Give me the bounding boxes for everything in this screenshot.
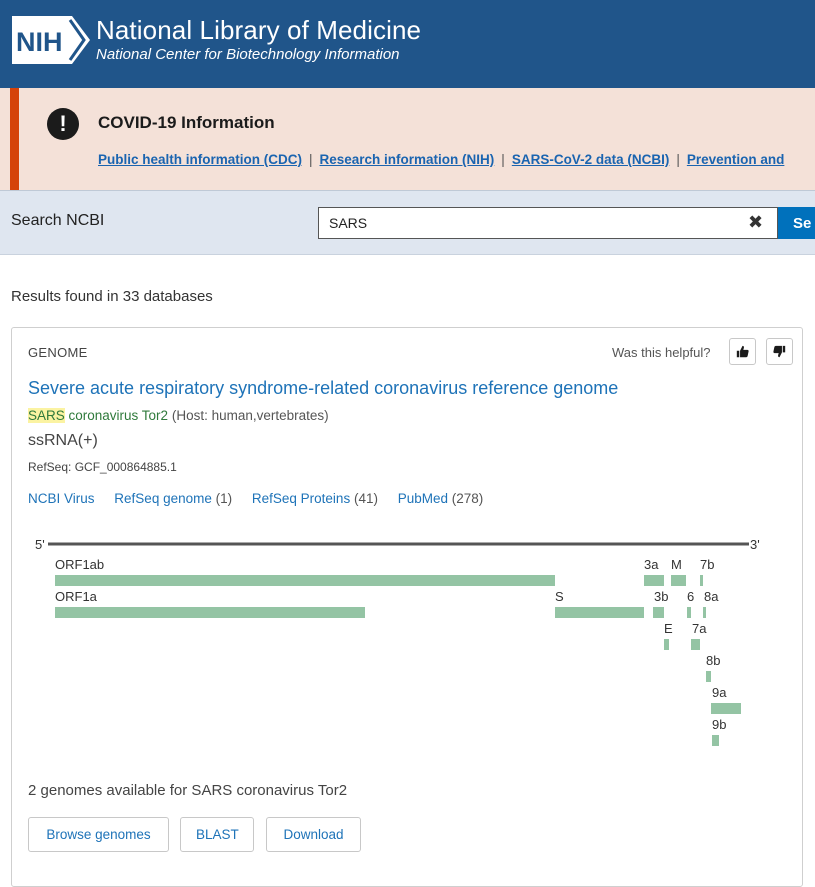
gene-7a[interactable] bbox=[691, 639, 700, 650]
gene-label-8b: 8b bbox=[706, 653, 720, 668]
gene-9a[interactable] bbox=[711, 703, 741, 714]
gene-6[interactable] bbox=[687, 607, 691, 618]
covid-banner: ! COVID-19 Information Public health inf… bbox=[0, 88, 815, 190]
gene-label-6: 6 bbox=[687, 589, 694, 604]
gene-8a[interactable] bbox=[703, 607, 706, 618]
gene-orf1ab[interactable] bbox=[55, 575, 555, 586]
gene-s[interactable] bbox=[555, 607, 644, 618]
covid-accent-bar bbox=[10, 88, 19, 190]
gene-3a[interactable] bbox=[644, 575, 664, 586]
gene-label-3b: 3b bbox=[654, 589, 668, 604]
covid-link-nih[interactable]: Research information (NIH) bbox=[320, 152, 495, 167]
gene-label-e: E bbox=[664, 621, 673, 636]
gene-7b[interactable] bbox=[700, 575, 703, 586]
gene-e[interactable] bbox=[664, 639, 669, 650]
genomes-available: 2 genomes available for SARS coronavirus… bbox=[28, 782, 348, 799]
five-prime-label: 5' bbox=[35, 537, 45, 552]
covid-links: Public health information (CDC) | Research… bbox=[98, 152, 784, 167]
nih-logo-text: NIH bbox=[16, 27, 63, 57]
genome-result-card: GENOME Was this helpful? Severe acute re… bbox=[11, 327, 803, 887]
gene-label-7a: 7a bbox=[692, 621, 707, 636]
gene-label-s: S bbox=[555, 589, 564, 604]
search-input[interactable] bbox=[318, 207, 778, 239]
site-title[interactable]: National Library of Medicine bbox=[96, 15, 421, 46]
results-count: Results found in 33 databases bbox=[11, 288, 213, 305]
close-icon[interactable]: ✖ bbox=[748, 212, 763, 233]
gene-label-9b: 9b bbox=[712, 717, 726, 732]
covid-title: COVID-19 Information bbox=[98, 113, 275, 132]
search-label: Search NCBI bbox=[11, 212, 105, 229]
gene-m[interactable] bbox=[671, 575, 686, 586]
link-separator: | bbox=[309, 152, 313, 167]
nih-header: NIH National Library of Medicine Nationa… bbox=[0, 0, 815, 88]
covid-link-cdc[interactable]: Public health information (CDC) bbox=[98, 152, 302, 167]
site-subtitle: National Center for Biotechnology Inform… bbox=[96, 46, 400, 63]
three-prime-label: 3' bbox=[750, 537, 760, 552]
gene-label-orf1ab: ORF1ab bbox=[55, 557, 104, 572]
exclamation-icon: ! bbox=[47, 108, 79, 140]
gene-label-9a: 9a bbox=[712, 685, 727, 700]
search-bar: Search NCBI ✖ Se bbox=[0, 190, 815, 255]
nih-logo[interactable]: NIH bbox=[10, 16, 90, 64]
gene-3b[interactable] bbox=[653, 607, 664, 618]
gene-8b[interactable] bbox=[706, 671, 711, 682]
gene-9b[interactable] bbox=[712, 735, 719, 746]
gene-label-m: M bbox=[671, 557, 682, 572]
link-separator: | bbox=[501, 152, 505, 167]
gene-label-8a: 8a bbox=[704, 589, 719, 604]
blast-button[interactable]: BLAST bbox=[180, 817, 254, 852]
browse-genomes-button[interactable]: Browse genomes bbox=[28, 817, 169, 852]
download-button[interactable]: Download bbox=[266, 817, 361, 852]
gene-label-7b: 7b bbox=[700, 557, 714, 572]
covid-link-ncbi[interactable]: SARS-CoV-2 data (NCBI) bbox=[512, 152, 670, 167]
search-button[interactable]: Se bbox=[778, 207, 815, 239]
covid-link-prevention[interactable]: Prevention and bbox=[687, 152, 785, 167]
genome-map: 5' 3' ORF1ab ORF1a S 3a 3b E M 6 7a 7b 8… bbox=[35, 537, 760, 746]
gene-label-orf1a: ORF1a bbox=[55, 589, 98, 604]
link-separator: | bbox=[676, 152, 680, 167]
gene-label-3a: 3a bbox=[644, 557, 659, 572]
gene-orf1a[interactable] bbox=[55, 607, 365, 618]
